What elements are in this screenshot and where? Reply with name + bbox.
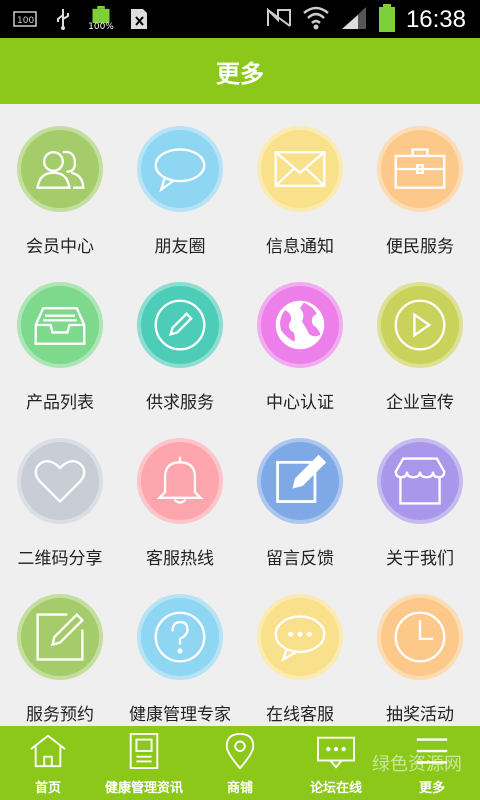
- grid-item-circle: [257, 126, 343, 212]
- tab-label: 论坛在线: [309, 781, 362, 796]
- grid-item-about[interactable]: 关于我们: [360, 416, 480, 572]
- clock-icon: [394, 611, 446, 663]
- grid-item-circle: [377, 438, 463, 524]
- tab-forum[interactable]: 论坛在线: [288, 726, 384, 800]
- chat-bubble-icon: [154, 148, 206, 193]
- grid-item-label: 关于我们: [386, 549, 454, 569]
- sim-icon: [126, 6, 152, 32]
- watermark: 绿色资源网: [372, 754, 462, 775]
- grid-item-circle: [257, 594, 343, 680]
- play-circle-icon: [394, 299, 446, 351]
- battery-percent: 100%: [88, 22, 114, 32]
- pencil-circle-icon: [154, 299, 206, 351]
- tab-shops[interactable]: 商铺: [192, 726, 288, 800]
- question-circle-icon: [154, 611, 206, 663]
- globe-icon: [275, 300, 325, 350]
- grid-item-promotion[interactable]: 企业宣传: [360, 260, 480, 416]
- map-pin-icon: [225, 732, 255, 770]
- grid-item-supply-demand[interactable]: 供求服务: [120, 260, 240, 416]
- grid-item-label: 信息通知: [266, 237, 334, 257]
- app-header: 更多: [0, 38, 480, 104]
- grid-item-label: 会员中心: [26, 237, 94, 257]
- grid-item-label: 服务预约: [26, 705, 94, 725]
- grid-item-circle: [137, 126, 223, 212]
- forum-icon: [317, 736, 355, 769]
- edit-square-icon: [36, 612, 85, 661]
- grid-item-label: 健康管理专家: [129, 705, 231, 725]
- grid-item-circle: [137, 594, 223, 680]
- speech-dots-icon: [274, 615, 326, 662]
- briefcase-icon: [394, 148, 446, 189]
- edit-note-icon: [276, 454, 327, 503]
- grid-item-label: 中心认证: [266, 393, 334, 413]
- inbox-tray-icon: [34, 307, 86, 345]
- grid-item-friends[interactable]: 朋友圈: [120, 104, 240, 260]
- home-icon: [30, 734, 66, 768]
- grid-item-certification[interactable]: 中心认证: [240, 260, 360, 416]
- grid-item-members[interactable]: 会员中心: [0, 104, 120, 260]
- wifi-icon: [302, 5, 330, 35]
- grid-item-appointment[interactable]: 服务预约: [0, 572, 120, 728]
- grid-item-qr-share[interactable]: 二维码分享: [0, 416, 120, 572]
- tab-home[interactable]: 首页: [0, 726, 96, 800]
- grid-item-circle: [137, 282, 223, 368]
- grid-item-label: 留言反馈: [266, 549, 334, 569]
- grid-item-products[interactable]: 产品列表: [0, 260, 120, 416]
- grid-item-label: 客服热线: [146, 549, 214, 569]
- grid-item-label: 二维码分享: [17, 549, 103, 569]
- battery-level-icon: 100: [12, 6, 38, 32]
- grid-item-label: 抽奖活动: [386, 705, 454, 725]
- battery-icon: 100%: [88, 6, 114, 32]
- heart-icon: [34, 460, 86, 504]
- page-title: 更多: [216, 59, 264, 88]
- grid-item-hotline[interactable]: 客服热线: [120, 416, 240, 572]
- tab-label: 商铺: [226, 781, 253, 796]
- battery-full-icon: [378, 4, 396, 36]
- store-icon: [394, 457, 446, 505]
- grid-item-label: 企业宣传: [386, 393, 454, 413]
- clock-time: 16:38: [405, 6, 466, 33]
- grid-item-label: 在线客服: [266, 705, 334, 725]
- grid-item-circle: [377, 282, 463, 368]
- grid-item-circle: [17, 126, 103, 212]
- no-sim-icon: [266, 6, 292, 34]
- feature-grid: 会员中心 朋友圈 信息通知 便民服务 产品列表 供求服务 中心认证 企业宣传 二…: [0, 104, 480, 726]
- grid-item-circle: [377, 594, 463, 680]
- members-icon: [36, 150, 85, 189]
- grid-item-label: 供求服务: [146, 393, 214, 413]
- grid-item-circle: [257, 438, 343, 524]
- document-icon: [129, 732, 159, 770]
- grid-item-label: 产品列表: [26, 393, 94, 413]
- tab-label: 更多: [418, 781, 445, 796]
- grid-item-label: 朋友圈: [154, 237, 206, 257]
- envelope-icon: [274, 151, 326, 187]
- grid-item-lottery[interactable]: 抽奖活动: [360, 572, 480, 728]
- grid-item-notifications[interactable]: 信息通知: [240, 104, 360, 260]
- grid-item-circle: [137, 438, 223, 524]
- tab-label: 健康管理资讯: [104, 781, 183, 796]
- svg-text:100: 100: [17, 16, 34, 26]
- grid-item-circle: [17, 282, 103, 368]
- grid-item-circle: [377, 126, 463, 212]
- grid-item-services[interactable]: 便民服务: [360, 104, 480, 260]
- grid-item-feedback[interactable]: 留言反馈: [240, 416, 360, 572]
- tab-health-news[interactable]: 健康管理资讯: [96, 726, 192, 800]
- grid-item-circle: [17, 438, 103, 524]
- signal-icon: [340, 5, 368, 35]
- grid-item-circle: [17, 594, 103, 680]
- grid-item-circle: [257, 282, 343, 368]
- bell-icon: [156, 456, 204, 504]
- status-bar: 100 100% 16:38: [0, 0, 480, 38]
- grid-item-online-service[interactable]: 在线客服: [240, 572, 360, 728]
- usb-icon: [50, 6, 76, 32]
- tab-label: 首页: [34, 781, 61, 796]
- grid-item-label: 便民服务: [386, 237, 454, 257]
- grid-item-health-expert[interactable]: 健康管理专家: [120, 572, 240, 728]
